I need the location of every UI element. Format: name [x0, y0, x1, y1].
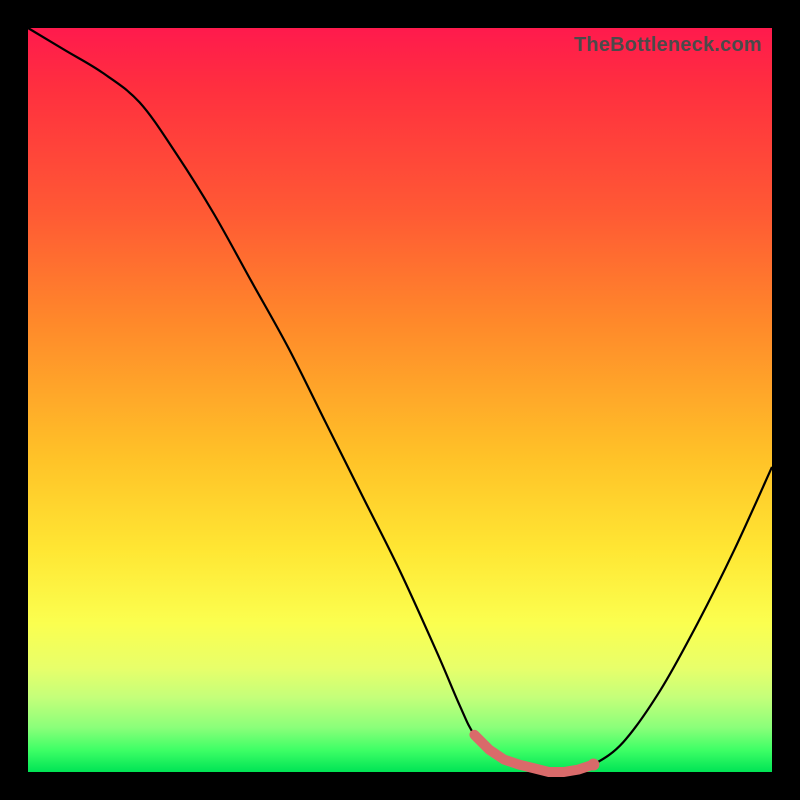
- chart-frame: TheBottleneck.com: [0, 0, 800, 800]
- curve-path: [28, 28, 772, 773]
- optimal-point-marker: [587, 759, 599, 771]
- bottleneck-curve: [28, 28, 772, 772]
- optimal-range-marker: [474, 735, 593, 772]
- plot-area: TheBottleneck.com: [28, 28, 772, 772]
